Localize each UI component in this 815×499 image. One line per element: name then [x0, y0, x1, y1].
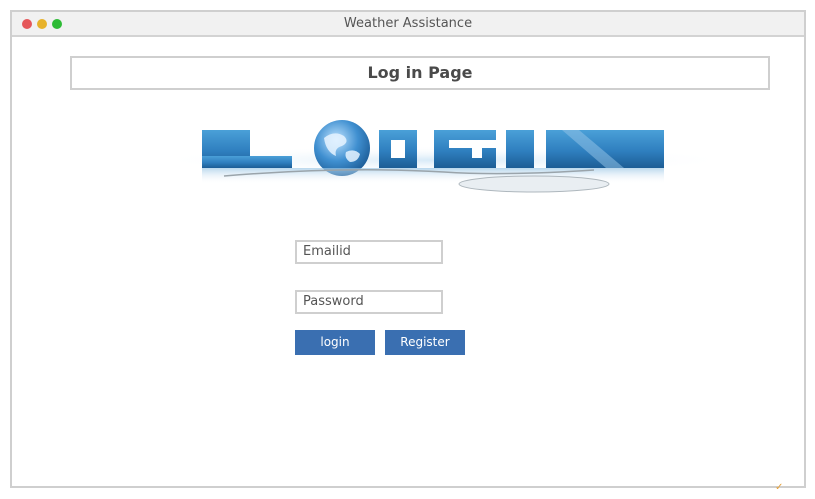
- login-banner-image: [74, 108, 754, 208]
- mouse-icon: [458, 175, 610, 193]
- letter-g: [434, 130, 496, 168]
- globe-icon: [314, 120, 370, 176]
- window-title: Weather Assistance: [343, 16, 473, 31]
- letter-i: [506, 130, 534, 168]
- title-bar: Weather Assistance: [12, 12, 804, 37]
- email-field[interactable]: Emailid: [295, 240, 443, 264]
- register-button[interactable]: Register: [385, 330, 465, 355]
- login-button[interactable]: login: [295, 330, 375, 355]
- password-field[interactable]: Password: [295, 290, 443, 314]
- letter-l-base: [202, 156, 292, 168]
- corner-mark-icon: ✓: [775, 482, 784, 493]
- page-title: Log in Page: [70, 56, 770, 90]
- app-window: Weather Assistance Log in Page Emailid P…: [10, 10, 806, 488]
